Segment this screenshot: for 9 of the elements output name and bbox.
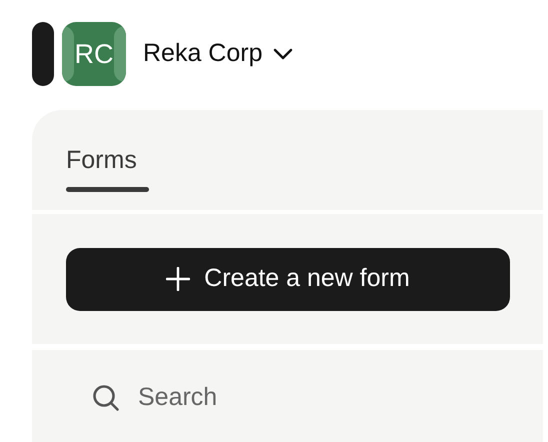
workspace-avatar: RC (62, 22, 126, 86)
sidebar-handle[interactable] (32, 22, 54, 86)
plus-icon (166, 267, 190, 291)
search-field[interactable]: Search (138, 378, 438, 416)
create-form-button[interactable]: Create a new form (66, 248, 510, 310)
workspace-switcher[interactable]: Reka Corp (143, 35, 292, 73)
tab[interactable]: Forms (66, 143, 149, 210)
search-icon (92, 384, 120, 412)
chevron-down-icon (272, 48, 292, 60)
